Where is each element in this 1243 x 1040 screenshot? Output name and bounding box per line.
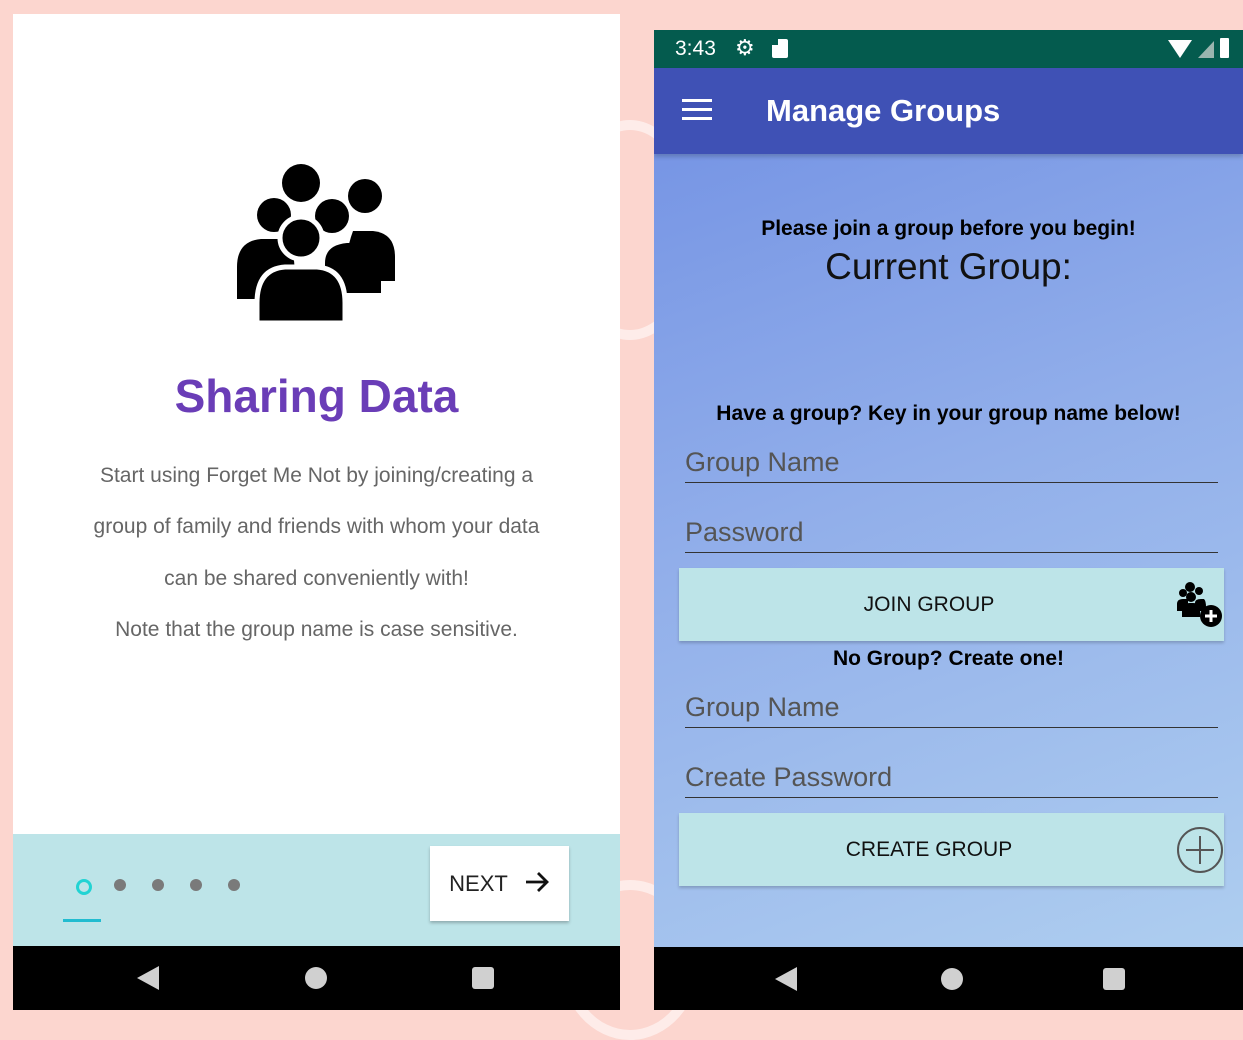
have-group-prompt: Have a group? Key in your group name bel… <box>716 402 1181 425</box>
home-icon[interactable] <box>941 968 963 990</box>
join-password-input[interactable]: Password <box>685 517 1218 553</box>
signal-icon <box>1198 41 1214 58</box>
app-toolbar: Manage Groups <box>654 68 1243 154</box>
description-line-4: Note that the group name is case sensiti… <box>115 618 518 641</box>
pager-dot-3[interactable] <box>152 879 164 891</box>
back-icon[interactable] <box>137 966 159 990</box>
no-group-prompt: No Group? Create one! <box>832 647 1064 670</box>
join-group-name-input[interactable]: Group Name <box>685 447 1218 483</box>
battery-icon <box>1220 38 1229 58</box>
create-password-input[interactable]: Create Password <box>685 762 1218 798</box>
system-navigation-bar <box>13 946 620 1010</box>
create-group-button[interactable]: CREATE GROUP <box>679 813 1224 886</box>
pager-active-indicator <box>63 919 101 922</box>
hamburger-menu-icon[interactable] <box>682 99 712 121</box>
pager-dot-1[interactable] <box>76 879 92 895</box>
wifi-icon <box>1168 40 1192 58</box>
description-line-3: can be shared conveniently with! <box>164 567 469 590</box>
next-button-label: NEXT <box>449 870 508 896</box>
toolbar-title: Manage Groups <box>766 93 1001 128</box>
create-group-button-label: CREATE GROUP <box>845 838 1013 861</box>
back-icon[interactable] <box>775 967 797 991</box>
manage-groups-screen: 3:43 ⚙ Manage Groups Please join a group… <box>654 30 1243 1010</box>
create-group-name-input[interactable]: Group Name <box>685 692 1218 728</box>
pager-dot-5[interactable] <box>228 879 240 891</box>
join-prompt: Please join a group before you begin! <box>761 217 1136 240</box>
current-group-label: Current Group: <box>825 246 1072 287</box>
status-bar: 3:43 ⚙ <box>654 30 1243 68</box>
description-line-1: Start using Forget Me Not by joining/cre… <box>99 464 534 487</box>
sd-card-icon <box>772 39 788 58</box>
onboarding-title: Sharing Data <box>174 370 459 422</box>
pager-dot-2[interactable] <box>114 879 126 891</box>
system-navigation-bar <box>654 947 1243 1010</box>
home-icon[interactable] <box>305 967 327 989</box>
join-group-button[interactable]: JOIN GROUP <box>679 568 1224 641</box>
recent-apps-icon[interactable] <box>472 967 494 989</box>
description-line-2: group of family and friends with whom yo… <box>93 515 540 538</box>
join-group-button-label: JOIN GROUP <box>863 593 995 616</box>
pager-dot-4[interactable] <box>190 879 202 891</box>
add-group-icon <box>1176 581 1224 634</box>
plus-circle-icon <box>1176 826 1224 879</box>
status-time: 3:43 <box>675 37 716 60</box>
next-button[interactable]: NEXT <box>430 846 569 921</box>
arrow-right-icon <box>524 869 550 899</box>
recent-apps-icon[interactable] <box>1103 968 1125 990</box>
onboarding-screen: Sharing Data Start using Forget Me Not b… <box>13 14 620 1010</box>
group-people-icon <box>235 161 397 326</box>
gear-icon: ⚙ <box>735 35 755 60</box>
